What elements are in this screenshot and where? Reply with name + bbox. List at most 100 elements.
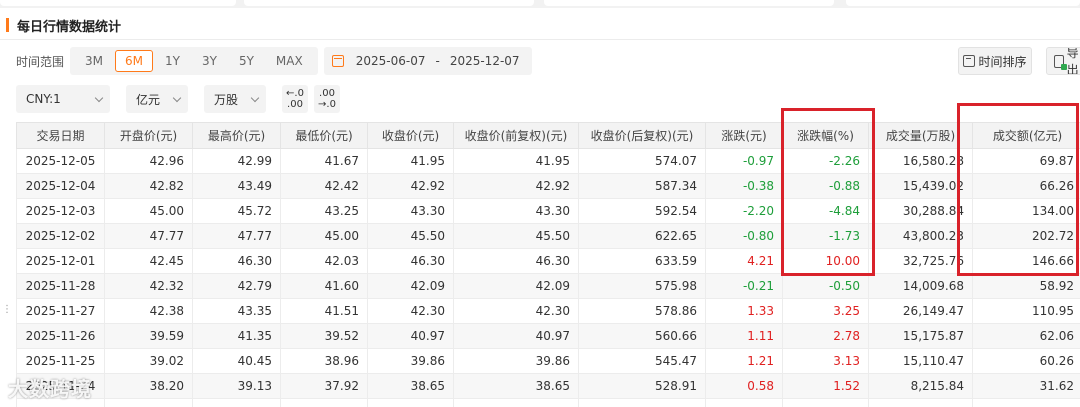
table-cell: 46.30 [453, 248, 579, 274]
table-cell: 42.79 [192, 273, 281, 299]
column-header[interactable]: 开盘价(元) [104, 122, 193, 149]
calendar-icon [331, 55, 344, 67]
range-1y-button[interactable]: 1Y [155, 50, 190, 72]
table-cell: 2025-12-02 [16, 223, 105, 249]
table-cell [578, 398, 706, 407]
table-row[interactable]: 2025-12-05 42.96 42.99 41.67 41.95 41.95 574.0… [16, 148, 1080, 174]
amount-unit-value: 亿元 [136, 92, 161, 107]
table-row[interactable]: 2025-12-04 42.82 43.49 42.42 42.92 42.92 587.3… [16, 173, 1080, 199]
table-cell: 40.45 [192, 348, 281, 374]
column-header[interactable]: 涨跌(元) [705, 122, 783, 149]
table-row[interactable]: 2025-12-01 42.45 46.30 42.03 46.30 46.30 633.5… [16, 248, 1080, 274]
table-cell: 4.21 [705, 248, 783, 274]
table-cell: 47.77 [192, 223, 281, 249]
table-row[interactable]: 2025-12-02 47.77 47.77 45.00 45.50 45.50 622.6… [16, 223, 1080, 249]
table-cell: -0.38 [705, 173, 783, 199]
table-cell: 41.51 [280, 298, 368, 324]
column-header[interactable]: 最低价(元) [280, 122, 368, 149]
table-cell: 43.49 [192, 173, 281, 199]
decrease-decimal-button[interactable]: ←.0 .00 [282, 85, 308, 113]
table-cell [104, 398, 193, 407]
drag-handle-icon[interactable]: ⋮ [2, 305, 12, 315]
column-header[interactable]: 交易日期 [16, 122, 105, 149]
table-cell: 43.30 [367, 198, 454, 224]
time-sort-button[interactable]: 时间排序 [958, 47, 1032, 75]
date-start[interactable]: 2025-06-07 [356, 54, 426, 68]
table-cell: 41.60 [280, 273, 368, 299]
table-cell: 1.11 [705, 323, 783, 349]
export-button[interactable]: 导出 [1046, 47, 1080, 75]
daily-quote-table: 交易日期 开盘价(元) 最高价(元) 最低价(元) 收盘价(元) 收盘价(前复权)(元) 收… [16, 122, 1080, 407]
table-cell: 41.67 [280, 148, 368, 174]
table-cell: 39.59 [104, 323, 193, 349]
table-cell: 42.82 [104, 173, 193, 199]
chevron-down-icon [94, 93, 104, 102]
column-header[interactable]: 收盘价(元) [367, 122, 454, 149]
table-cell: 528.91 [578, 373, 706, 399]
table-cell: 47.77 [104, 223, 193, 249]
table-cell: 45.50 [367, 223, 454, 249]
table-cell: 42.99 [192, 148, 281, 174]
table-cell: 43.25 [280, 198, 368, 224]
table-cell: 39.13 [192, 373, 281, 399]
range-5y-button[interactable]: 5Y [229, 50, 264, 72]
table-cell [453, 398, 579, 407]
divider [0, 39, 1080, 40]
table-cell: 42.09 [367, 273, 454, 299]
amount-unit-select[interactable]: 亿元 [126, 85, 188, 113]
table-row[interactable]: 2025-12-03 45.00 45.72 43.25 43.30 43.30 592.5… [16, 198, 1080, 224]
decrease-decimal-sub: .00 [287, 99, 303, 110]
column-header[interactable]: 收盘价(后复权)(元) [578, 122, 706, 149]
range-3y-button[interactable]: 3Y [192, 50, 227, 72]
table-cell: 42.38 [104, 298, 193, 324]
table-row[interactable]: 2025-11-25 39.02 40.45 38.96 39.86 39.86 545.4… [16, 348, 1080, 374]
table-row[interactable]: 2025-11-28 42.32 42.79 41.60 42.09 42.09 575.9… [16, 273, 1080, 299]
table-cell: 2025-12-04 [16, 173, 105, 199]
column-header[interactable]: 收盘价(前复权)(元) [453, 122, 579, 149]
top-strip [0, 0, 1080, 8]
decrease-decimal-icon: ←.0 [286, 88, 304, 99]
table-cell [705, 398, 783, 407]
table-cell: 1.21 [705, 348, 783, 374]
table-cell: 38.20 [104, 373, 193, 399]
chevron-down-icon [250, 93, 260, 102]
excel-icon [1054, 54, 1067, 70]
table-cell: 2025-12-05 [16, 148, 105, 174]
table-cell: 633.59 [578, 248, 706, 274]
table-cell: 42.30 [367, 298, 454, 324]
table-cell: 2025-11-25 [16, 348, 105, 374]
volume-unit-select[interactable]: 万股 [204, 85, 266, 113]
table-cell: 2025-11-27 [16, 298, 105, 324]
column-header[interactable]: 最高价(元) [192, 122, 281, 149]
table-cell [367, 398, 454, 407]
table-cell: 3.13 [782, 348, 869, 374]
increase-decimal-button[interactable]: .00 →.0 [314, 85, 340, 113]
table-cell [280, 398, 368, 407]
table-cell: 45.00 [104, 198, 193, 224]
table-cell: 575.98 [578, 273, 706, 299]
table-cell: 42.30 [453, 298, 579, 324]
range-max-button[interactable]: MAX [266, 50, 313, 72]
table-cell [972, 398, 1080, 407]
table-cell: 42.92 [367, 173, 454, 199]
date-range-picker[interactable]: 2025-06-07 - 2025-12-07 [323, 47, 532, 75]
table-cell: 578.86 [578, 298, 706, 324]
table-row[interactable] [16, 398, 1080, 407]
unit-row: CNY:1 亿元 万股 ←.0 .00 .00 →.0 [16, 85, 346, 113]
table-cell: -0.80 [705, 223, 783, 249]
table-cell: 574.07 [578, 148, 706, 174]
table-row[interactable]: 2025-11-27 42.38 43.35 41.51 42.30 42.30 578.8… [16, 298, 1080, 324]
range-selector: 3M 6M 1Y 3Y 5Y MAX [70, 47, 318, 75]
table-row[interactable]: 2025-11-24 38.20 39.13 37.92 38.65 38.65 528.9… [16, 373, 1080, 399]
range-6m-button[interactable]: 6M [115, 50, 154, 72]
date-end[interactable]: 2025-12-07 [450, 54, 520, 68]
table-row[interactable]: 2025-11-26 39.59 41.35 39.52 40.97 40.97 560.6… [16, 323, 1080, 349]
chevron-down-icon [172, 93, 182, 102]
table-cell: 60.26 [972, 348, 1080, 374]
table-cell: 2025-12-03 [16, 198, 105, 224]
section-header: 每日行情数据统计 [6, 14, 121, 36]
watermark-logo: 大数跨境 [8, 377, 92, 401]
range-3m-button[interactable]: 3M [75, 50, 113, 72]
currency-select[interactable]: CNY:1 [16, 85, 110, 113]
daily-quote-table-wrapper[interactable]: 交易日期 开盘价(元) 最高价(元) 最低价(元) 收盘价(元) 收盘价(前复权)(元) 收… [16, 122, 1080, 407]
